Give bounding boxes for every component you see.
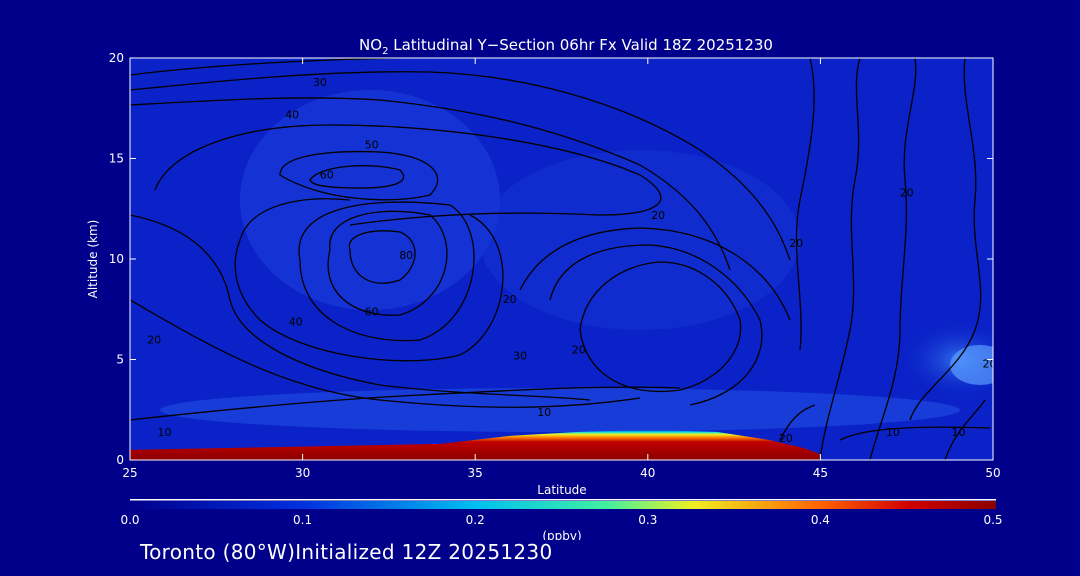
contour-label: 20 bbox=[651, 209, 665, 222]
chart-title: NO2 Latitudinal Y−Section 06hr Fx Valid … bbox=[359, 36, 773, 57]
contour-label: 30 bbox=[313, 76, 327, 89]
contour-label: 20 bbox=[572, 344, 586, 357]
contour-label: 20 bbox=[789, 237, 803, 250]
x-tick-label: 45 bbox=[813, 466, 828, 480]
colorbar-ticks: 0.0 0.1 0.2 0.3 0.4 0.5 bbox=[120, 513, 1002, 527]
contour-label: 10 bbox=[158, 426, 172, 439]
contour-label: 10 bbox=[886, 426, 900, 439]
contour-label: 20 bbox=[779, 432, 793, 445]
plot-area: 30405060806040202030 2020202020101020 10 10 bbox=[130, 58, 993, 460]
x-tick-label: 40 bbox=[640, 466, 655, 480]
contour-label: 80 bbox=[399, 249, 413, 262]
contour-label: 20 bbox=[503, 293, 517, 306]
x-tick-label: 30 bbox=[295, 466, 310, 480]
contour-label: 40 bbox=[289, 315, 303, 328]
y-tick-label: 0 bbox=[116, 453, 124, 467]
y-tick-label: 15 bbox=[109, 152, 124, 166]
colorbar-tick-label: 0.3 bbox=[638, 513, 657, 527]
contour-label: 10 bbox=[952, 426, 966, 439]
colorbar-tick-label: 0.1 bbox=[293, 513, 312, 527]
x-tick-label: 35 bbox=[468, 466, 483, 480]
colorbar-tick-label: 0.2 bbox=[466, 513, 485, 527]
contour-label: 40 bbox=[285, 108, 299, 121]
contour-label: 30 bbox=[513, 350, 527, 363]
contour-label: 10 bbox=[537, 406, 551, 419]
contour-label: 20 bbox=[900, 187, 914, 200]
contour-label: 50 bbox=[365, 138, 379, 151]
x-tick-label: 50 bbox=[985, 466, 1000, 480]
colorbar-tick-label: 0.0 bbox=[120, 513, 139, 527]
colorbar-unit-label: (ppbv) bbox=[542, 529, 581, 540]
cross-section-chart: NO2 Latitudinal Y−Section 06hr Fx Valid … bbox=[86, 36, 1003, 543]
y-tick-label: 5 bbox=[116, 353, 124, 367]
colorbar-tick-label: 0.5 bbox=[983, 513, 1002, 527]
footer-caption: Toronto (80°W)Initialized 12Z 20251230 bbox=[140, 540, 553, 564]
x-axis-label: Latitude bbox=[537, 483, 586, 497]
contour-label: 60 bbox=[365, 305, 379, 318]
colorbar-outline bbox=[130, 499, 996, 501]
field-patch bbox=[160, 388, 960, 432]
contour-label: 20 bbox=[147, 333, 161, 346]
field-patch bbox=[480, 150, 800, 330]
colorbar-tick-label: 0.4 bbox=[811, 513, 830, 527]
chart-stage: NO2 Latitudinal Y−Section 06hr Fx Valid … bbox=[0, 0, 1080, 576]
y-axis-label: Altitude (km) bbox=[86, 220, 100, 299]
y-tick-label: 20 bbox=[109, 51, 124, 65]
contour-label: 60 bbox=[320, 169, 334, 182]
x-tick-label: 25 bbox=[122, 466, 137, 480]
field-patch bbox=[950, 345, 993, 385]
y-tick-label: 10 bbox=[109, 252, 124, 266]
colorbar bbox=[130, 501, 996, 509]
